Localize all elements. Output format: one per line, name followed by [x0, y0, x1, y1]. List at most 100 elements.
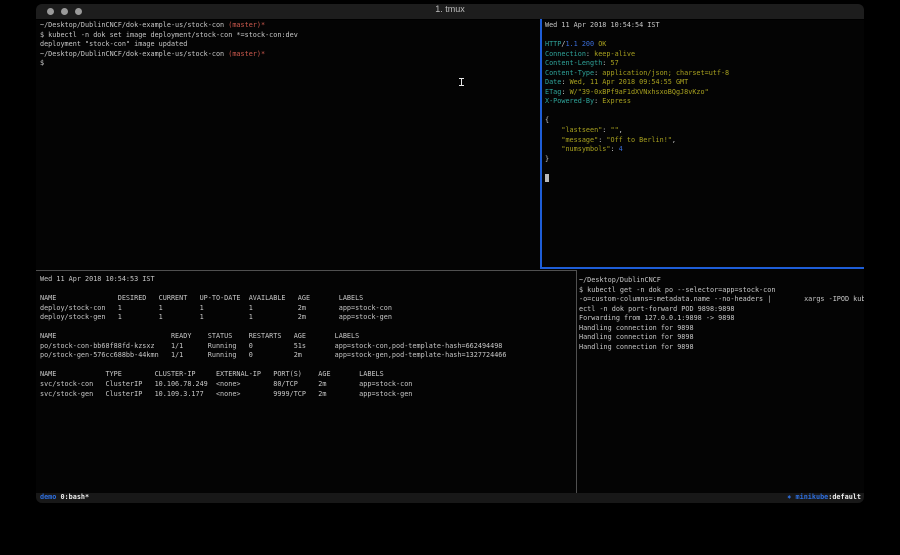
terminal-text-segment: NAME DESIRED CURRENT UP-TO-DATE AVAILABL… [40, 294, 363, 302]
terminal-text-segment: deploy/stock-con 1 1 1 1 2m app=stock-co… [40, 304, 392, 312]
terminal-text-segment: : [586, 50, 594, 58]
mouse-cursor-icon [459, 78, 464, 86]
terminal-line: Wed 11 Apr 2018 10:54:53 IST [40, 275, 578, 285]
terminal-line [545, 174, 864, 184]
terminal-text-segment: : [610, 145, 618, 153]
terminal-text-segment: ETag [545, 88, 561, 96]
terminal-line: Date: Wed, 11 Apr 2018 09:54:55 GMT [545, 78, 864, 88]
terminal-line: ectl -n dok port-forward POD 9898:9898 [579, 305, 864, 315]
terminal-text-segment: 0:bash* [60, 493, 89, 501]
terminal-text-segment: deployment "stock-con" image updated [40, 40, 187, 48]
terminal-text-segment: $ kubectl get -n dok po --selector=app=s… [579, 286, 775, 294]
terminal-text-segment: deploy/stock-gen 1 1 1 1 2m app=stock-ge… [40, 313, 392, 321]
terminal-text-segment: Wed, 11 Apr 2018 09:54:55 GMT [570, 78, 689, 86]
window-title: 1. tmux [36, 4, 864, 19]
terminal-text-segment: Wed 11 Apr 2018 10:54:53 IST [40, 275, 155, 283]
terminal-text-segment: $ kubectl -n dok set image deployment/st… [40, 31, 298, 39]
tmux-session-window-tab[interactable]: demo 0:bash* [40, 493, 89, 503]
terminal-text-segment [545, 174, 549, 182]
terminal-line [40, 361, 578, 371]
terminal-line [40, 285, 578, 295]
tmux-status-right-context: ⎈ minikube:default [787, 493, 861, 503]
terminal-line: deployment "stock-con" image updated [40, 40, 544, 50]
terminal-text-segment: demo [40, 493, 56, 501]
window-titlebar[interactable]: 1. tmux [36, 4, 864, 20]
terminal-text-segment: "lastseen" [561, 126, 602, 134]
pane-top-left-shell[interactable]: ~/Desktop/DublinCNCF/dok-example-us/stoc… [36, 19, 544, 269]
terminal-text-segment: "message" [561, 136, 598, 144]
terminal-text-segment: Wed 11 Apr 2018 10:54:54 IST [545, 21, 660, 29]
terminal-text-segment: Content-Length [545, 59, 602, 67]
terminal-line [40, 323, 578, 333]
tmux-status-bar: demo 0:bash* ⎈ minikube:default [36, 493, 864, 503]
pane-border-vertical-top[interactable] [540, 19, 542, 267]
terminal-text-segment: X-Powered-By [545, 97, 594, 105]
terminal-text-segment: keep-alive [594, 50, 635, 58]
terminal-text-segment: svc/stock-gen ClusterIP 10.109.3.177 <no… [40, 390, 412, 398]
terminal-line: Content-Type: application/json; charset=… [545, 69, 864, 79]
terminal-text-segment: ectl -n dok port-forward POD 9898:9898 [579, 305, 735, 313]
terminal-line [545, 31, 864, 41]
terminal-text-segment: $ [40, 59, 44, 67]
terminal-text-segment: { [545, 116, 549, 124]
terminal-text-segment: -o=custom-columns=:metadata.name --no-he… [579, 295, 864, 303]
terminal-text-segment: Connection [545, 50, 586, 58]
pane-bottom-right-port-forward[interactable]: ~/Desktop/DublinCNCF $ kubectl get -n dok… [578, 269, 864, 500]
terminal-line: ~/Desktop/DublinCNCF/dok-example-us/stoc… [40, 50, 544, 60]
terminal-text-segment: ~/Desktop/DublinCNCF/dok-example-us/stoc… [40, 21, 224, 29]
pane-top-right-http-response[interactable]: Wed 11 Apr 2018 10:54:54 IST HTTP/1.1 20… [542, 19, 864, 269]
terminal-line: Connection: keep-alive [545, 50, 864, 60]
terminal-window: 1. tmux ~/Desktop/DublinCNCF/dok-example… [36, 4, 864, 503]
terminal-line: po/stock-con-bb68f88fd-kzsxz 1/1 Running… [40, 342, 578, 352]
terminal-text-segment: "numsymbols" [561, 145, 610, 153]
terminal-text-segment: po/stock-gen-576cc688bb-44kmn 1/1 Runnin… [40, 351, 507, 359]
terminal-text-segment: ~/Desktop/DublinCNCF [579, 276, 661, 284]
terminal-line: -o=custom-columns=:metadata.name --no-he… [579, 295, 864, 305]
terminal-text-segment: (master)* [224, 21, 265, 29]
terminal-line: Handling connection for 9898 [579, 333, 864, 343]
terminal-text-segment: 57 [610, 59, 618, 67]
terminal-line [545, 107, 864, 117]
terminal-line: X-Powered-By: Express [545, 97, 864, 107]
terminal-text-segment: : [561, 88, 569, 96]
terminal-line: "message": "Off to Berlin!", [545, 136, 864, 146]
terminal-text-segment: , [619, 126, 623, 134]
terminal-line: ~/Desktop/DublinCNCF/dok-example-us/stoc… [40, 21, 544, 31]
terminal-text-segment: "" [610, 126, 618, 134]
terminal-line: deploy/stock-con 1 1 1 1 2m app=stock-co… [40, 304, 578, 314]
terminal-line: svc/stock-con ClusterIP 10.106.78.249 <n… [40, 380, 578, 390]
terminal-line: Handling connection for 9898 [579, 343, 864, 353]
terminal-line: HTTP/1.1 200 OK [545, 40, 864, 50]
terminal-text-segment: : [561, 78, 569, 86]
terminal-text-segment: "Off to Berlin!" [606, 136, 671, 144]
pane-border-horizontal-left[interactable] [36, 270, 576, 271]
terminal-text-segment: Content-Type [545, 69, 594, 77]
terminal-text-segment: po/stock-con-bb68f88fd-kzsxz 1/1 Running… [40, 342, 502, 350]
terminal-text-segment: application/json; charset=utf-8 [602, 69, 729, 77]
terminal-text-segment: HTTP [545, 40, 561, 48]
pane-border-horizontal-right[interactable] [540, 267, 864, 269]
terminal-line: "lastseen": "", [545, 126, 864, 136]
terminal-text-segment: :default [828, 493, 861, 501]
pane-border-vertical-bottom[interactable] [576, 270, 577, 494]
terminal-text-segment [545, 145, 561, 153]
terminal-line: NAME TYPE CLUSTER-IP EXTERNAL-IP PORT(S)… [40, 370, 578, 380]
terminal-text-segment [545, 126, 561, 134]
terminal-text-segment: Express [602, 97, 631, 105]
terminal-text-segment [545, 136, 561, 144]
terminal-line: Content-Length: 57 [545, 59, 864, 69]
terminal-line: "numsymbols": 4 [545, 145, 864, 155]
pane-bottom-left-kubectl-watch[interactable]: Wed 11 Apr 2018 10:54:53 IST NAME DESIRE… [36, 271, 578, 497]
terminal-line: Forwarding from 127.0.0.1:9898 -> 9898 [579, 314, 864, 324]
terminal-text-segment: Date [545, 78, 561, 86]
terminal-line: deploy/stock-gen 1 1 1 1 2m app=stock-ge… [40, 313, 578, 323]
terminal-text-segment: NAME READY STATUS RESTARTS AGE LABELS [40, 332, 359, 340]
terminal-line: ~/Desktop/DublinCNCF [579, 276, 864, 286]
terminal-line: svc/stock-gen ClusterIP 10.109.3.177 <no… [40, 390, 578, 400]
terminal-text-segment: 200 [582, 40, 594, 48]
terminal-line: } [545, 155, 864, 165]
terminal-text-segment: W/"39-0xBPf9aF1dXVNxhsxoBQgJ8vKzo" [570, 88, 709, 96]
terminal-line [545, 164, 864, 174]
terminal-text-segment: svc/stock-con ClusterIP 10.106.78.249 <n… [40, 380, 412, 388]
terminal-line: $ [40, 59, 544, 69]
